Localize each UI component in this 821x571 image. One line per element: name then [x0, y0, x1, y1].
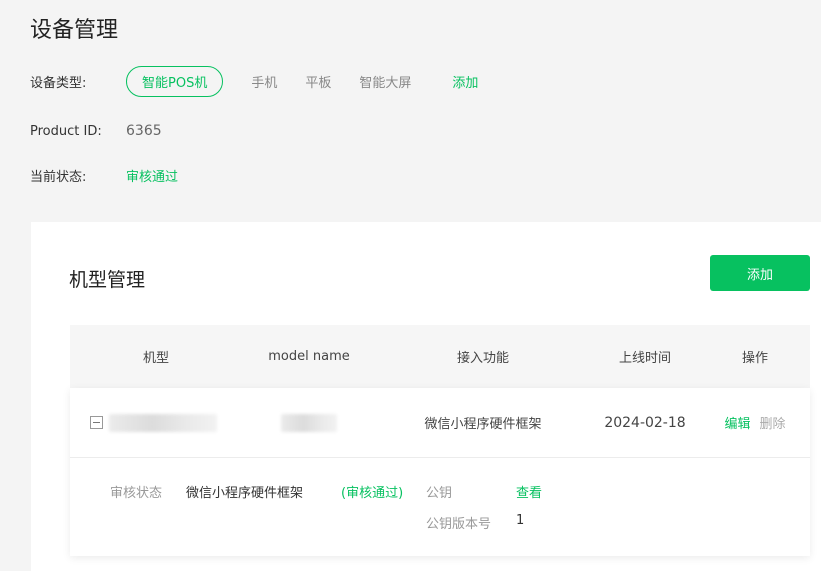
review-status-label: 审核状态 — [110, 486, 163, 501]
column-header-actions: 操作 — [741, 351, 768, 366]
device-type-smart-screen[interactable]: 智能大屏 — [359, 72, 411, 91]
device-type-row: 设备类型: 智能POS机 手机 平板 智能大屏 添加 — [30, 66, 478, 97]
model-cell — [70, 413, 242, 432]
status-row: 当前状态: 审核通过 — [30, 166, 178, 185]
product-id-label: Product ID: — [30, 123, 102, 139]
model-management-card: 机型管理 添加 机型 model name 接入功能 上线时间 操作 微信小程序… — [31, 222, 821, 571]
model-management-title: 机型管理 — [69, 269, 146, 291]
collapse-icon[interactable] — [90, 416, 103, 429]
public-key-label: 公钥 — [426, 486, 453, 501]
feature-cell: 微信小程序硬件框架 — [424, 417, 542, 432]
table-row: 微信小程序硬件框架 2024-02-18 编辑 删除 审核状态 微信小程序硬件框… — [70, 388, 810, 556]
device-type-pos[interactable]: 智能POS机 — [126, 66, 224, 97]
redacted-model — [109, 413, 217, 432]
key-version-value: 1 — [516, 513, 525, 528]
column-header-date: 上线时间 — [618, 351, 671, 366]
delete-link[interactable]: 删除 — [760, 413, 786, 432]
review-feature: 微信小程序硬件框架 — [186, 486, 304, 501]
device-type-label: 设备类型: — [30, 76, 87, 91]
status-label: 当前状态: — [30, 170, 87, 185]
table-header: 机型 model name 接入功能 上线时间 操作 — [70, 325, 810, 388]
redacted-model-name — [281, 413, 337, 432]
add-model-button[interactable]: 添加 — [710, 255, 810, 291]
row-detail: 审核状态 微信小程序硬件框架 (审核通过) 公钥 查看 公钥版本号 1 — [70, 458, 810, 556]
view-public-key-link[interactable]: 查看 — [516, 482, 542, 501]
model-table: 机型 model name 接入功能 上线时间 操作 微信小程序硬件框架 202… — [70, 325, 810, 556]
model-name-cell — [242, 413, 376, 432]
edit-link[interactable]: 编辑 — [724, 413, 750, 432]
page-title: 设备管理 — [30, 18, 119, 43]
product-id-row: Product ID: 6365 — [30, 123, 162, 139]
column-header-model: 机型 — [142, 351, 169, 366]
device-type-phone[interactable]: 手机 — [251, 72, 277, 91]
status-value: 审核通过 — [126, 170, 179, 185]
device-type-tablet[interactable]: 平板 — [305, 72, 331, 91]
key-version-label: 公钥版本号 — [426, 517, 492, 532]
add-device-type-link[interactable]: 添加 — [452, 72, 478, 91]
model-row: 微信小程序硬件框架 2024-02-18 编辑 删除 — [70, 388, 810, 458]
actions-cell: 编辑 删除 — [700, 413, 810, 432]
column-header-model-name: model name — [268, 349, 350, 364]
product-id-value: 6365 — [126, 123, 162, 139]
review-status-badge: (审核通过) — [341, 486, 404, 501]
column-header-feature: 接入功能 — [456, 351, 509, 366]
date-cell: 2024-02-18 — [604, 414, 686, 431]
